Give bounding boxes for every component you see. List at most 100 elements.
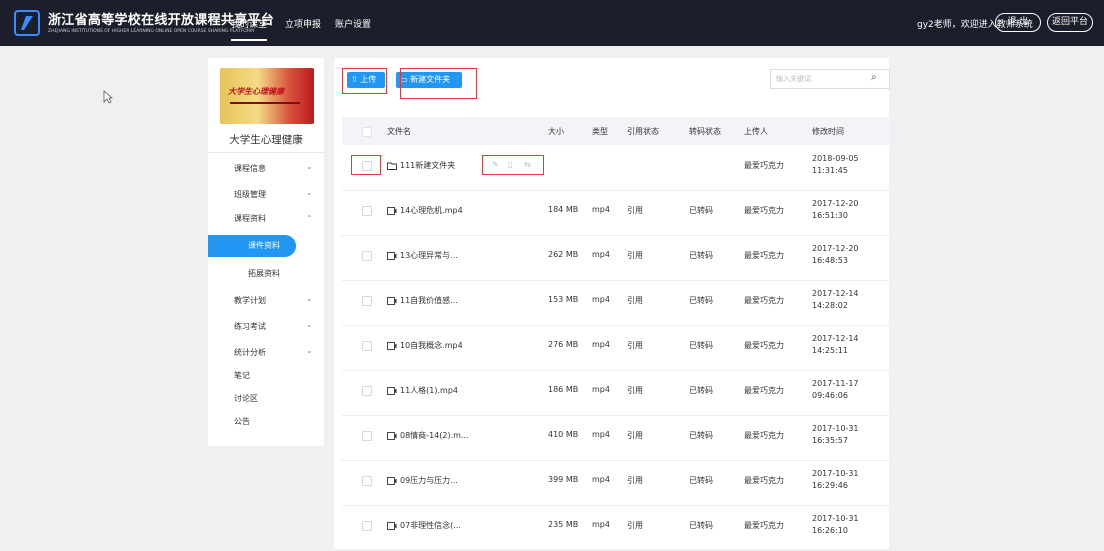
chevron-down-icon: ⌄	[306, 294, 313, 303]
video-file-icon	[387, 252, 397, 260]
platform-logo-icon	[14, 10, 40, 36]
search-icon[interactable]: ⌕	[871, 72, 877, 83]
file-name[interactable]: 09压力与压力...	[400, 475, 458, 486]
row-checkbox[interactable]	[362, 341, 372, 351]
nav-account-settings[interactable]: 账户设置	[335, 17, 371, 30]
chevron-up-icon: ⌃	[306, 214, 313, 223]
sidebar-item-discussion[interactable]: 讨论区	[208, 388, 324, 410]
modified-time: 16:26:10	[812, 526, 848, 535]
row-checkbox[interactable]	[362, 386, 372, 396]
row-checkbox[interactable]	[362, 251, 372, 261]
select-all-checkbox[interactable]	[362, 127, 372, 137]
site-subtitle: ZHEJIANG INSTITUTIONS OF HIGHER LEARNING…	[48, 29, 254, 34]
ref-status: 引用	[627, 521, 643, 530]
file-name[interactable]: 07非理性信念(...	[400, 520, 461, 531]
ref-status: 引用	[627, 386, 643, 395]
sidebar-item-extended-materials[interactable]: 拓展资料	[208, 263, 324, 285]
uploader: 最爱巧克力	[744, 296, 784, 305]
row-checkbox[interactable]	[362, 476, 372, 486]
table-header: 文件名 大小 类型 引用状态 转码状态 上传人 修改时间	[342, 117, 890, 145]
sidebar-item-label: 课件资料	[248, 241, 280, 250]
sidebar-item-label: 教学计划	[234, 296, 266, 305]
modified-date: 2017-10-31	[812, 514, 859, 523]
course-sidebar: 大学生心理健康 大学生心理健康 课程信息 ⌄ 班级管理 ⌄ 课程资料 ⌃ 课件资…	[208, 58, 324, 446]
video-file-icon	[387, 522, 397, 530]
file-name[interactable]: 13心理异常与...	[400, 250, 458, 261]
course-name: 大学生心理健康	[229, 134, 303, 146]
row-checkbox[interactable]	[362, 431, 372, 441]
file-name[interactable]: 111新建文件夹	[400, 160, 455, 171]
sidebar-item-teaching-plan[interactable]: 教学计划 ⌄	[208, 290, 324, 312]
ref-status: 引用	[627, 206, 643, 215]
trans-status: 已转码	[689, 296, 713, 305]
col-trans-status: 转码状态	[689, 127, 721, 136]
nav-my-classroom[interactable]: 我的课堂	[231, 17, 268, 41]
sidebar-item-course-materials[interactable]: 课程资料 ⌃	[208, 208, 324, 230]
table-row[interactable]: 111新建文件夹 最爱巧克力 2018-09-05 11:31:45 ✎ ▯ ⇆	[342, 145, 890, 191]
sidebar-item-class-management[interactable]: 班级管理 ⌄	[208, 184, 324, 206]
table-row[interactable]: 11人格(1).mp4 186 MB mp4 引用 已转码 最爱巧克力 2017-11-17…	[342, 370, 890, 416]
mouse-cursor-icon	[103, 90, 113, 104]
sidebar-item-notes[interactable]: 笔记	[208, 365, 324, 387]
row-checkbox[interactable]	[362, 206, 372, 216]
table-row[interactable]: 14心理危机.mp4 184 MB mp4 引用 已转码 最爱巧克力 2017-12-20 1…	[342, 190, 890, 236]
sidebar-divider	[208, 152, 324, 153]
modified-date: 2018-09-05	[812, 154, 859, 163]
logout-button[interactable]: 退 出	[995, 13, 1041, 32]
video-file-icon	[387, 432, 397, 440]
uploader: 最爱巧克力	[744, 161, 784, 170]
uploader: 最爱巧克力	[744, 386, 784, 395]
modified-time: 14:25:11	[812, 346, 848, 355]
table-row[interactable]: 09压力与压力... 399 MB mp4 引用 已转码 最爱巧克力 2017-10-31 1…	[342, 460, 890, 506]
search-box[interactable]: 输入关键词 ⌕	[770, 69, 890, 89]
sidebar-item-courseware[interactable]: 课件资料	[208, 235, 296, 257]
row-checkbox[interactable]	[362, 296, 372, 306]
sidebar-item-statistics[interactable]: 统计分析 ⌄	[208, 342, 324, 364]
folder-icon	[387, 162, 397, 170]
return-platform-button[interactable]: 返回平台	[1047, 13, 1093, 32]
col-modified: 修改时间	[812, 127, 844, 136]
col-ref-status: 引用状态	[627, 127, 659, 136]
highlight-box	[342, 68, 387, 94]
modified-date: 2017-12-20	[812, 199, 859, 208]
file-size: 235 MB	[548, 520, 579, 529]
chevron-down-icon: ⌄	[306, 188, 313, 197]
col-uploader: 上传人	[744, 127, 768, 136]
file-type: mp4	[592, 520, 610, 529]
modified-time: 14:28:02	[812, 301, 848, 310]
file-type: mp4	[592, 295, 610, 304]
sidebar-item-label: 课程资料	[234, 214, 266, 223]
trans-status: 已转码	[689, 476, 713, 485]
file-name[interactable]: 10自我概念.mp4	[400, 340, 463, 351]
file-type: mp4	[592, 340, 610, 349]
highlight-box	[351, 155, 381, 175]
highlight-box	[400, 68, 477, 99]
uploader: 最爱巧克力	[744, 251, 784, 260]
file-name[interactable]: 11自我价值感...	[400, 295, 458, 306]
table-row[interactable]: 10自我概念.mp4 276 MB mp4 引用 已转码 最爱巧克力 2017-12-14 1…	[342, 325, 890, 371]
table-row[interactable]: 11自我价值感... 153 MB mp4 引用 已转码 最爱巧克力 2017-12-14 1…	[342, 280, 890, 326]
banner-decoration	[230, 102, 300, 104]
file-name[interactable]: 14心理危机.mp4	[400, 205, 463, 216]
modified-date: 2017-12-20	[812, 244, 859, 253]
video-file-icon	[387, 387, 397, 395]
file-size: 276 MB	[548, 340, 579, 349]
file-name[interactable]: 08情商-14(2).m...	[400, 430, 469, 441]
modified-date: 2017-12-14	[812, 334, 859, 343]
table-row[interactable]: 07非理性信念(... 235 MB mp4 引用 已转码 最爱巧克力 2017-10-31…	[342, 505, 890, 551]
chevron-down-icon: ⌄	[306, 162, 313, 171]
nav-project-application[interactable]: 立项申报	[285, 17, 321, 30]
sidebar-item-notice[interactable]: 公告	[208, 411, 324, 433]
file-name[interactable]: 11人格(1).mp4	[400, 385, 458, 396]
sidebar-item-label: 练习考试	[234, 322, 266, 331]
row-checkbox[interactable]	[362, 521, 372, 531]
table-row[interactable]: 08情商-14(2).m... 410 MB mp4 引用 已转码 最爱巧克力 2017-1…	[342, 415, 890, 461]
modified-date: 2017-11-17	[812, 379, 859, 388]
chevron-down-icon: ⌄	[306, 320, 313, 329]
sidebar-item-course-info[interactable]: 课程信息 ⌄	[208, 158, 324, 180]
sidebar-item-exercises[interactable]: 练习考试 ⌄	[208, 316, 324, 338]
highlight-box	[482, 155, 544, 175]
file-size: 153 MB	[548, 295, 579, 304]
ref-status: 引用	[627, 296, 643, 305]
table-row[interactable]: 13心理异常与... 262 MB mp4 引用 已转码 最爱巧克力 2017-12-20 1…	[342, 235, 890, 281]
